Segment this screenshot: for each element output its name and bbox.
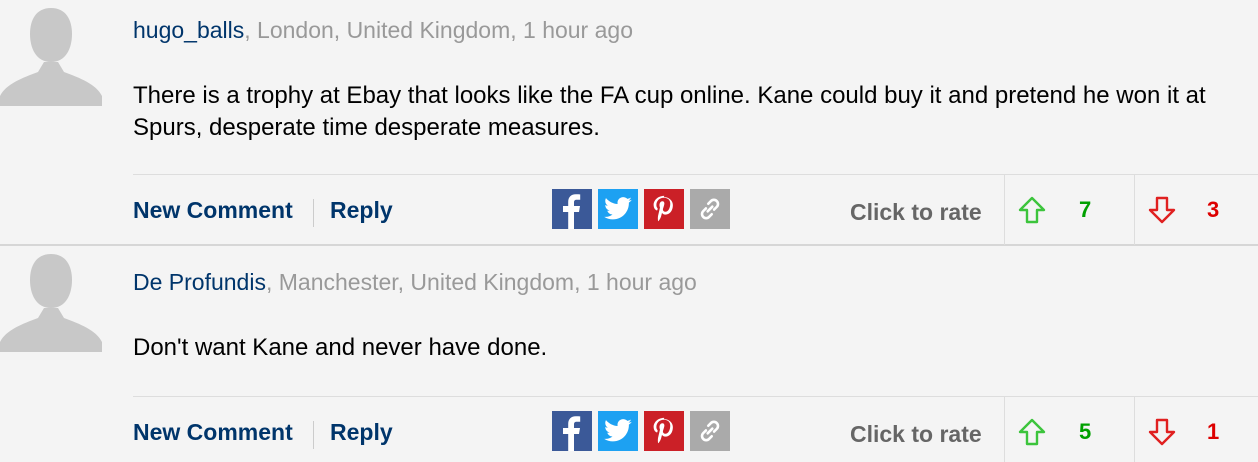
- copy-link-button[interactable]: [690, 411, 730, 451]
- comment-location-time: , London, United Kingdom, 1 hour ago: [244, 17, 633, 43]
- copy-link-button[interactable]: [690, 189, 730, 229]
- reply-button[interactable]: Reply: [330, 419, 393, 446]
- click-to-rate-label: Click to rate: [850, 199, 982, 225]
- divider: [313, 199, 314, 227]
- comment-action-bar: New Comment Reply Click to rate: [133, 174, 1258, 245]
- comment-text: Don't want Kane and never have done.: [133, 334, 548, 361]
- twitter-share-button[interactable]: [598, 411, 638, 451]
- click-to-rate-label: Click to rate: [850, 421, 982, 447]
- comment-item: De Profundis, Manchester, United Kingdom…: [0, 246, 1258, 462]
- reply-button[interactable]: Reply: [330, 197, 393, 224]
- facebook-share-button[interactable]: [552, 189, 592, 229]
- downvote-count: 3: [1207, 197, 1220, 222]
- upvote-count: 5: [1079, 419, 1092, 444]
- new-comment-button[interactable]: New Comment: [133, 419, 293, 446]
- comment-item: hugo_balls, London, United Kingdom, 1 ho…: [0, 0, 1258, 246]
- new-comment-button[interactable]: New Comment: [133, 197, 293, 224]
- comment-meta: hugo_balls, London, United Kingdom, 1 ho…: [133, 17, 633, 44]
- link-icon: [700, 420, 720, 442]
- divider: [313, 421, 314, 449]
- downvote-count: 1: [1207, 419, 1220, 444]
- arrow-up-icon[interactable]: [1017, 195, 1047, 225]
- downvote-box: 1: [1134, 397, 1258, 462]
- link-icon: [700, 198, 720, 220]
- arrow-up-icon[interactable]: [1017, 417, 1047, 447]
- arrow-down-icon[interactable]: [1147, 417, 1177, 447]
- pinterest-icon: [653, 417, 673, 444]
- pinterest-share-button[interactable]: [644, 411, 684, 451]
- upvote-count: 7: [1079, 197, 1092, 222]
- comment-text: There is a trophy at Ebay that looks lik…: [133, 82, 1206, 141]
- upvote-box: 5: [1004, 397, 1135, 462]
- pinterest-icon: [653, 195, 673, 222]
- upvote-box: 7: [1004, 175, 1135, 245]
- facebook-icon: [563, 194, 581, 229]
- comment-meta: De Profundis, Manchester, United Kingdom…: [133, 269, 697, 296]
- twitter-icon: [604, 197, 632, 220]
- facebook-icon: [563, 416, 581, 451]
- avatar-placeholder-icon[interactable]: [0, 246, 102, 352]
- arrow-down-icon[interactable]: [1147, 195, 1177, 225]
- comment-username[interactable]: De Profundis: [133, 269, 266, 295]
- twitter-share-button[interactable]: [598, 189, 638, 229]
- facebook-share-button[interactable]: [552, 411, 592, 451]
- downvote-box: 3: [1134, 175, 1258, 245]
- comment-action-bar: New Comment Reply Click to rate: [133, 396, 1258, 462]
- comment-location-time: , Manchester, United Kingdom, 1 hour ago: [265, 269, 697, 295]
- twitter-icon: [604, 419, 632, 442]
- avatar-placeholder-icon[interactable]: [0, 0, 102, 106]
- comment-username[interactable]: hugo_balls: [133, 17, 244, 43]
- pinterest-share-button[interactable]: [644, 189, 684, 229]
